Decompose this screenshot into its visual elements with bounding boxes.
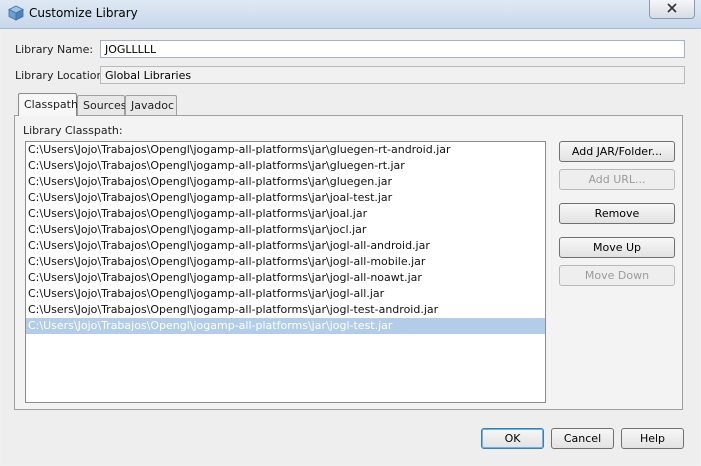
list-item[interactable]: C:\Users\Jojo\Trabajos\Opengl\jogamp-all… — [26, 302, 545, 318]
move-down-button[interactable]: Move Down — [559, 265, 675, 286]
list-item[interactable]: C:\Users\Jojo\Trabajos\Opengl\jogamp-all… — [26, 222, 545, 238]
list-item[interactable]: C:\Users\Jojo\Trabajos\Opengl\jogamp-all… — [26, 286, 545, 302]
list-item[interactable]: C:\Users\Jojo\Trabajos\Opengl\jogamp-all… — [26, 238, 545, 254]
library-classpath-label: Library Classpath: — [23, 124, 123, 137]
cancel-button[interactable]: Cancel — [551, 428, 614, 449]
cube-icon — [8, 5, 24, 21]
list-item[interactable]: C:\Users\Jojo\Trabajos\Opengl\jogamp-all… — [26, 142, 545, 158]
ok-button[interactable]: OK — [481, 428, 544, 449]
close-icon — [667, 2, 677, 16]
library-name-input[interactable]: JOGLLLLL — [100, 40, 685, 58]
dialog-content: Library Name: JOGLLLLL Library Location:… — [1, 29, 700, 465]
list-item[interactable]: C:\Users\Jojo\Trabajos\Opengl\jogamp-all… — [26, 206, 545, 222]
library-name-label: Library Name: — [15, 43, 94, 56]
list-item[interactable]: C:\Users\Jojo\Trabajos\Opengl\jogamp-all… — [26, 270, 545, 286]
list-item[interactable]: C:\Users\Jojo\Trabajos\Opengl\jogamp-all… — [26, 174, 545, 190]
move-up-button[interactable]: Move Up — [559, 237, 675, 258]
remove-button[interactable]: Remove — [559, 203, 675, 224]
list-item[interactable]: C:\Users\Jojo\Trabajos\Opengl\jogamp-all… — [26, 158, 545, 174]
window-title: Customize Library — [29, 6, 138, 20]
tab-classpath[interactable]: Classpath — [18, 93, 78, 116]
tab-javadoc[interactable]: Javadoc — [125, 95, 177, 115]
list-item[interactable]: C:\Users\Jojo\Trabajos\Opengl\jogamp-all… — [26, 254, 545, 270]
library-location-field: Global Libraries — [100, 66, 685, 84]
library-location-label: Library Location: — [15, 69, 108, 82]
list-item[interactable]: C:\Users\Jojo\Trabajos\Opengl\jogamp-all… — [26, 318, 545, 334]
title-bar: Customize Library — [0, 0, 701, 29]
classpath-list[interactable]: C:\Users\Jojo\Trabajos\Opengl\jogamp-all… — [25, 141, 546, 403]
add-url-button[interactable]: Add URL... — [559, 169, 675, 190]
classpath-panel: Library Classpath: C:\Users\Jojo\Trabajo… — [14, 115, 683, 410]
add-jar-folder-button[interactable]: Add JAR/Folder... — [559, 141, 675, 162]
tab-sources[interactable]: Sources — [77, 95, 127, 115]
close-button[interactable] — [649, 0, 695, 19]
help-button[interactable]: Help — [621, 428, 684, 449]
list-item[interactable]: C:\Users\Jojo\Trabajos\Opengl\jogamp-all… — [26, 190, 545, 206]
